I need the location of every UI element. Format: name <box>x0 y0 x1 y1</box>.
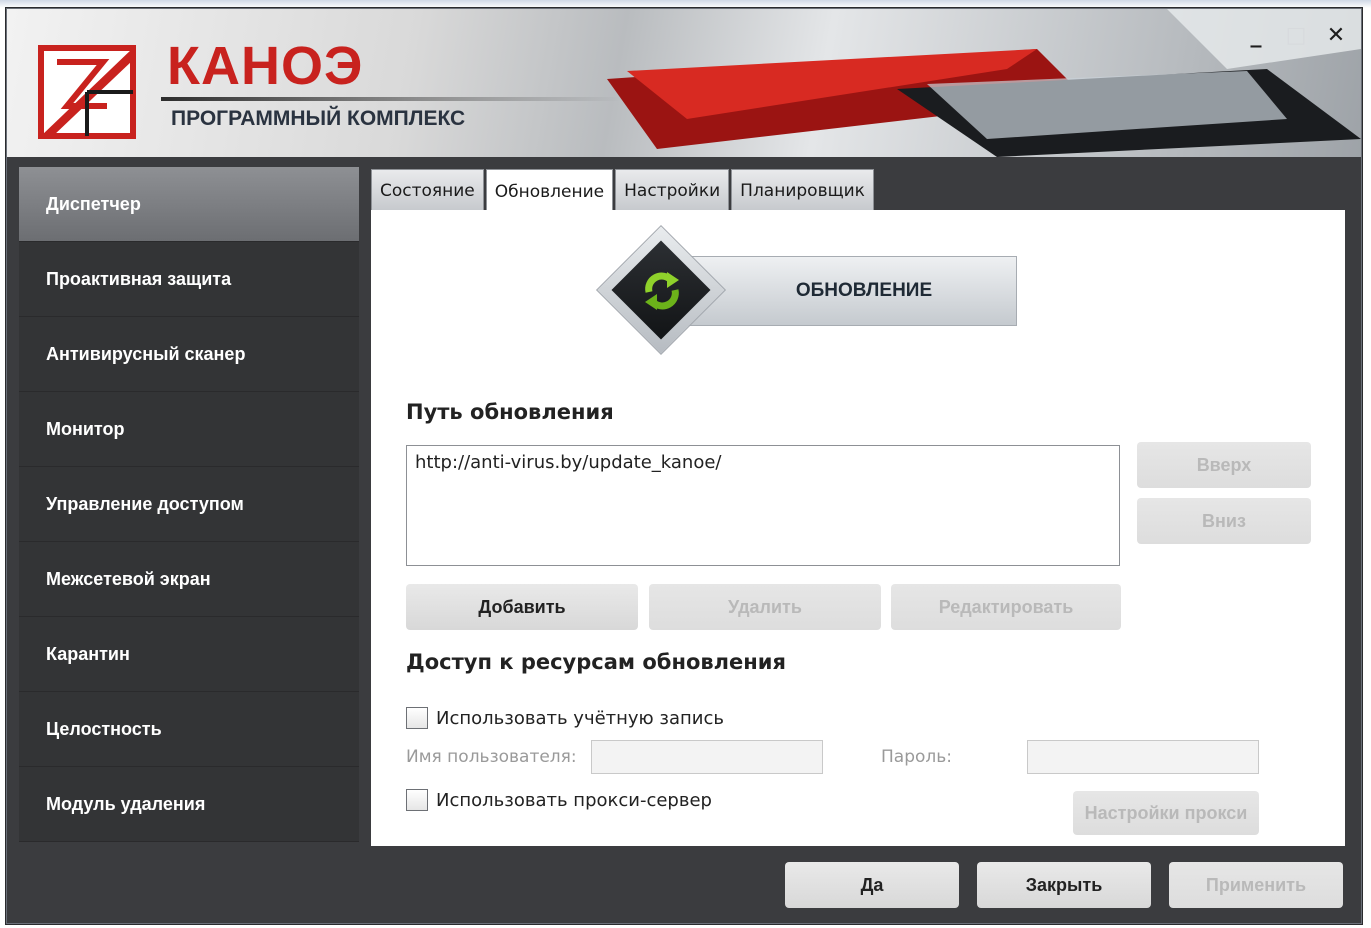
use-account-row[interactable]: Использовать учётную запись <box>406 707 724 729</box>
brand-subtitle: ПРОГРАММНЫЙ КОМПЛЕКС <box>171 107 466 130</box>
use-proxy-checkbox[interactable] <box>406 789 428 811</box>
username-label: Имя пользователя: <box>406 747 577 767</box>
close-button[interactable]: Закрыть <box>977 862 1151 908</box>
password-label: Пароль: <box>881 747 953 767</box>
list-item[interactable]: http://anti-virus.by/update_kanoe/ <box>415 452 1111 473</box>
use-account-label: Использовать учётную запись <box>436 707 725 729</box>
brand-divider <box>161 97 621 101</box>
move-down-button[interactable]: Вниз <box>1137 498 1311 544</box>
update-access-title: Доступ к ресурсам обновления <box>406 650 787 674</box>
update-now-button[interactable]: ОБНОВЛЕНИЕ <box>595 224 1021 356</box>
maximize-button[interactable]: □ <box>1281 23 1311 49</box>
sidebar-item-dispatcher[interactable]: Диспетчер <box>19 167 359 242</box>
refresh-icon <box>645 272 679 310</box>
minimize-button[interactable]: _ <box>1241 23 1271 49</box>
edit-path-button[interactable]: Редактировать <box>891 584 1121 630</box>
sidebar-item-integrity[interactable]: Целостность <box>19 692 359 767</box>
update-button-label: ОБНОВЛЕНИЕ <box>681 256 1017 326</box>
window-controls: _ □ ✕ <box>1241 23 1351 49</box>
tab-bar: Состояние Обновление Настройки Планировщ… <box>371 169 876 213</box>
tab-settings[interactable]: Настройки <box>615 169 730 211</box>
tab-scheduler[interactable]: Планировщик <box>731 169 874 211</box>
app-window: КАНОЭ ПРОГРАММНЫЙ КОМПЛЕКС _ □ ✕ Диспетч… <box>6 8 1362 924</box>
use-proxy-row[interactable]: Использовать прокси-сервер <box>406 789 712 811</box>
tab-update[interactable]: Обновление <box>485 169 614 213</box>
sidebar-nav: Диспетчер Проактивная защита Антивирусны… <box>19 167 359 842</box>
update-panel: ОБНОВЛЕНИЕ Путь обновления http://anti-v… <box>371 210 1345 846</box>
move-up-button[interactable]: Вверх <box>1137 442 1311 488</box>
sidebar-item-removal-module[interactable]: Модуль удаления <box>19 767 359 842</box>
use-proxy-label: Использовать прокси-сервер <box>436 789 712 811</box>
window-top-edge <box>0 0 1371 8</box>
sidebar-item-monitor[interactable]: Монитор <box>19 392 359 467</box>
password-field[interactable] <box>1027 740 1259 774</box>
apply-button[interactable]: Применить <box>1169 862 1343 908</box>
use-account-checkbox[interactable] <box>406 707 428 729</box>
sidebar-item-antivirus-scanner[interactable]: Антивирусный сканер <box>19 317 359 392</box>
delete-path-button[interactable]: Удалить <box>649 584 881 630</box>
kanoe-logo-icon <box>38 45 136 139</box>
sidebar-item-proactive-protection[interactable]: Проактивная защита <box>19 242 359 317</box>
close-window-button[interactable]: ✕ <box>1321 23 1351 49</box>
sidebar-item-access-control[interactable]: Управление доступом <box>19 467 359 542</box>
add-path-button[interactable]: Добавить <box>406 584 638 630</box>
username-field[interactable] <box>591 740 823 774</box>
brand-name: КАНОЭ <box>167 36 364 96</box>
sidebar-item-quarantine[interactable]: Карантин <box>19 617 359 692</box>
update-path-title: Путь обновления <box>406 400 614 424</box>
proxy-settings-button[interactable]: Настройки прокси <box>1073 791 1259 835</box>
header-banner: КАНОЭ ПРОГРАММНЫЙ КОМПЛЕКС _ □ ✕ <box>7 9 1361 157</box>
ok-button[interactable]: Да <box>785 862 959 908</box>
tab-status[interactable]: Состояние <box>371 169 484 211</box>
sidebar-item-firewall[interactable]: Межсетевой экран <box>19 542 359 617</box>
update-path-list[interactable]: http://anti-virus.by/update_kanoe/ <box>406 445 1120 566</box>
